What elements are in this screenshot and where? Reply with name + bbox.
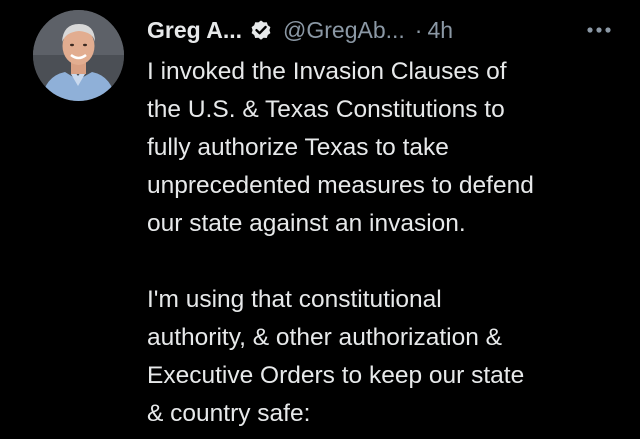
separator-dot: · bbox=[414, 16, 423, 43]
more-options-button[interactable] bbox=[581, 14, 617, 46]
tweet-text-line: the U.S. & Texas Constitutions to bbox=[147, 96, 505, 123]
tweet-text-line: authority, & other authorization & bbox=[147, 324, 502, 351]
tweet-text-line: fully authorize Texas to take bbox=[147, 134, 449, 161]
tweet-text-line: & country safe: bbox=[147, 400, 311, 427]
display-name[interactable]: Greg A... bbox=[147, 17, 242, 44]
user-handle[interactable]: @GregAb... bbox=[283, 17, 405, 44]
tweet-text-line: I'm using that constitutional bbox=[147, 286, 442, 313]
paragraph-break bbox=[147, 243, 617, 281]
timestamp[interactable]: 4h bbox=[427, 17, 453, 44]
tweet-text-line: unprecedented measures to defend bbox=[147, 172, 534, 199]
tweet-text: I invoked the Invasion Clauses of the U.… bbox=[147, 53, 617, 433]
profile-photo bbox=[33, 10, 124, 101]
tweet-text-line: our state against an invasion. bbox=[147, 210, 466, 237]
tweet-text-line: I invoked the Invasion Clauses of bbox=[147, 58, 507, 85]
tweet[interactable]: Greg A... @GregAb... · 4h I invoked the … bbox=[0, 0, 640, 439]
avatar[interactable] bbox=[33, 10, 124, 101]
more-horizontal-icon bbox=[587, 27, 611, 33]
tweet-text-line: Executive Orders to keep our state bbox=[147, 362, 525, 389]
tweet-header: Greg A... @GregAb... · 4h bbox=[147, 14, 617, 46]
verified-badge-icon bbox=[249, 18, 273, 42]
